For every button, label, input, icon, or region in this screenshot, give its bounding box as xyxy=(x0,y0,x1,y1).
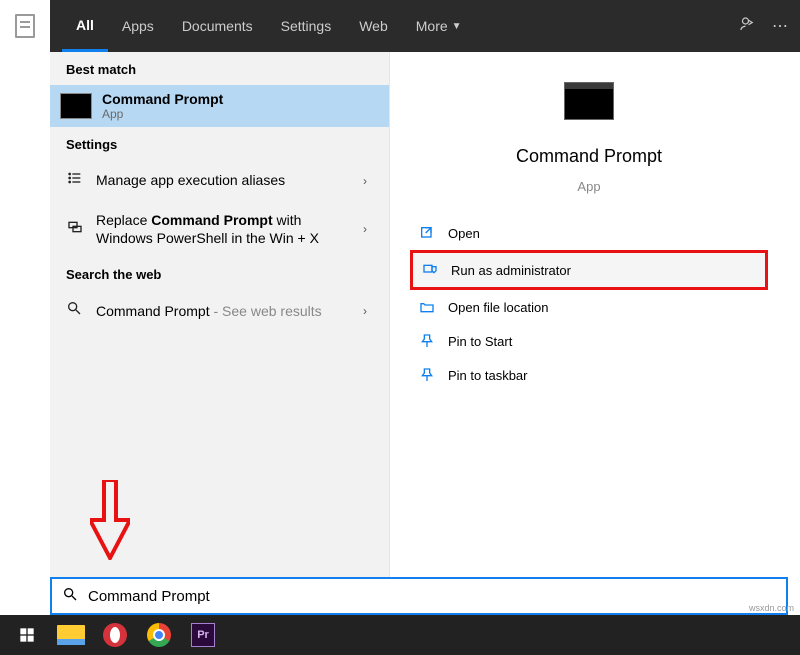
folder-icon xyxy=(418,298,436,316)
action-label: Open xyxy=(448,226,480,241)
action-pin-to-start[interactable]: Pin to Start xyxy=(410,324,768,358)
chevron-right-icon: › xyxy=(363,222,373,236)
action-pin-to-taskbar[interactable]: Pin to taskbar xyxy=(410,358,768,392)
result-subtitle: App xyxy=(102,107,379,121)
left-rail xyxy=(0,0,50,52)
action-label: Run as administrator xyxy=(451,263,571,278)
settings-item-text: Replace Command Prompt with Windows Powe… xyxy=(96,211,351,247)
pin-taskbar-icon xyxy=(418,366,436,384)
app-icon-large xyxy=(564,82,614,120)
taskbar-chrome[interactable] xyxy=(140,619,178,651)
web-result-text: Command Prompt - See web results xyxy=(96,303,351,319)
result-command-prompt[interactable]: Command Prompt App xyxy=(50,85,389,127)
list-icon xyxy=(66,170,84,191)
shield-icon xyxy=(421,261,439,279)
taskbar-premiere[interactable]: Pr xyxy=(184,619,222,651)
search-input[interactable] xyxy=(88,588,776,605)
tab-documents[interactable]: Documents xyxy=(168,0,267,52)
settings-item-text: Manage app execution aliases xyxy=(96,171,351,189)
settings-item-replace-powershell[interactable]: Replace Command Prompt with Windows Powe… xyxy=(50,201,389,257)
action-label: Pin to Start xyxy=(448,334,512,349)
preview-title: Command Prompt xyxy=(516,146,662,167)
tab-apps[interactable]: Apps xyxy=(108,0,168,52)
document-icon xyxy=(15,14,35,38)
best-match-label: Best match xyxy=(50,52,389,85)
search-icon xyxy=(66,300,84,321)
preview-pane: Command Prompt App Open Run as administr… xyxy=(390,52,788,584)
annotation-arrow xyxy=(90,480,130,560)
settings-label: Settings xyxy=(50,127,389,160)
taskbar: Pr xyxy=(0,615,800,655)
chevron-down-icon: ▼ xyxy=(452,21,462,32)
chevron-right-icon: › xyxy=(363,174,373,188)
action-label: Pin to taskbar xyxy=(448,368,528,383)
open-icon xyxy=(418,224,436,242)
action-open-file-location[interactable]: Open file location xyxy=(410,290,768,324)
action-label: Open file location xyxy=(448,300,548,315)
search-box[interactable] xyxy=(50,577,788,615)
web-result-command-prompt[interactable]: Command Prompt - See web results › xyxy=(50,290,389,331)
search-web-label: Search the web xyxy=(50,257,389,290)
taskbar-file-explorer[interactable] xyxy=(52,619,90,651)
tab-all[interactable]: All xyxy=(62,0,108,52)
action-list: Open Run as administrator Open file loca… xyxy=(390,216,788,392)
feedback-icon[interactable] xyxy=(738,15,756,38)
pin-start-icon xyxy=(418,332,436,350)
search-header: All Apps Documents Settings Web More▼ ⋯ xyxy=(50,0,800,52)
preview-header: Command Prompt App xyxy=(390,82,788,216)
tab-settings[interactable]: Settings xyxy=(267,0,346,52)
filter-tabs: All Apps Documents Settings Web More▼ xyxy=(50,0,476,52)
header-right: ⋯ xyxy=(738,15,800,38)
search-panel: Best match Command Prompt App Settings M… xyxy=(50,52,788,584)
action-open[interactable]: Open xyxy=(410,216,768,250)
preview-subtitle: App xyxy=(577,179,600,194)
result-title: Command Prompt xyxy=(102,91,379,107)
action-run-as-administrator[interactable]: Run as administrator xyxy=(410,250,768,290)
settings-item-aliases[interactable]: Manage app execution aliases › xyxy=(50,160,389,201)
cmd-icon xyxy=(60,93,92,119)
chevron-right-icon: › xyxy=(363,304,373,318)
watermark: wsxdn.com xyxy=(749,603,794,613)
tab-more[interactable]: More▼ xyxy=(402,0,476,52)
taskbar-opera[interactable] xyxy=(96,619,134,651)
more-options-icon[interactable]: ⋯ xyxy=(772,16,788,36)
start-button[interactable] xyxy=(8,619,46,651)
result-text: Command Prompt App xyxy=(102,91,379,121)
tab-web[interactable]: Web xyxy=(345,0,402,52)
search-icon xyxy=(62,586,78,607)
swap-icon xyxy=(66,219,84,240)
